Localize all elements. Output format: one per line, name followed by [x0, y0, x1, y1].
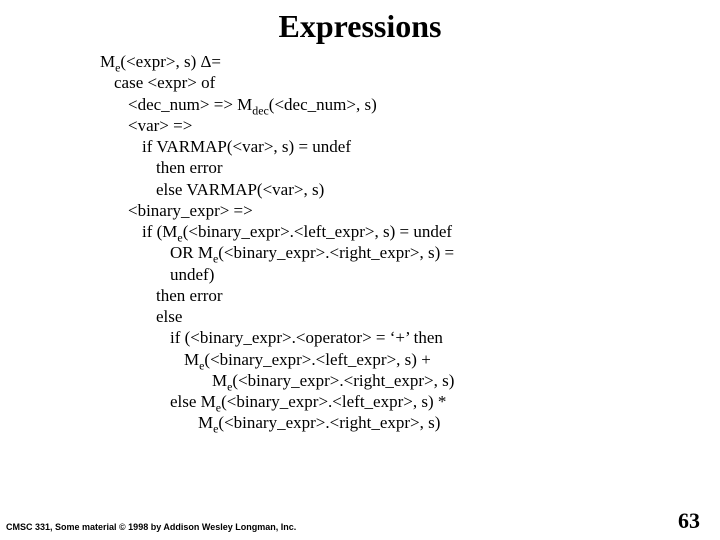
code-line: Me(<binary_expr>.<right_expr>, s): [100, 370, 700, 391]
code-line: if VARMAP(<var>, s) = undef: [100, 136, 700, 157]
code-line: <binary_expr> =>: [100, 200, 700, 221]
code-line: then error: [100, 157, 700, 178]
code-line: if (Me(<binary_expr>.<left_expr>, s) = u…: [100, 221, 700, 242]
page-number: 63: [678, 508, 700, 534]
code-line: <dec_num> => Mdec(<dec_num>, s): [100, 94, 700, 115]
code-line: <var> =>: [100, 115, 700, 136]
slide-title: Expressions: [0, 0, 720, 51]
code-line: else: [100, 306, 700, 327]
code-line: else VARMAP(<var>, s): [100, 179, 700, 200]
code-line: Me(<expr>, s) Δ=: [100, 51, 700, 72]
code-line: else Me(<binary_expr>.<left_expr>, s) *: [100, 391, 700, 412]
footer-copyright: CMSC 331, Some material © 1998 by Addiso…: [6, 522, 296, 532]
code-line: OR Me(<binary_expr>.<right_expr>, s) =: [100, 242, 700, 263]
code-line: Me(<binary_expr>.<left_expr>, s) +: [100, 349, 700, 370]
code-line: then error: [100, 285, 700, 306]
slide: Expressions Me(<expr>, s) Δ= case <expr>…: [0, 0, 720, 540]
code-line: undef): [100, 264, 700, 285]
code-line: if (<binary_expr>.<operator> = ‘+’ then: [100, 327, 700, 348]
slide-body: Me(<expr>, s) Δ= case <expr> of <dec_num…: [0, 51, 720, 434]
code-line: Me(<binary_expr>.<right_expr>, s): [100, 412, 700, 433]
code-line: case <expr> of: [100, 72, 700, 93]
